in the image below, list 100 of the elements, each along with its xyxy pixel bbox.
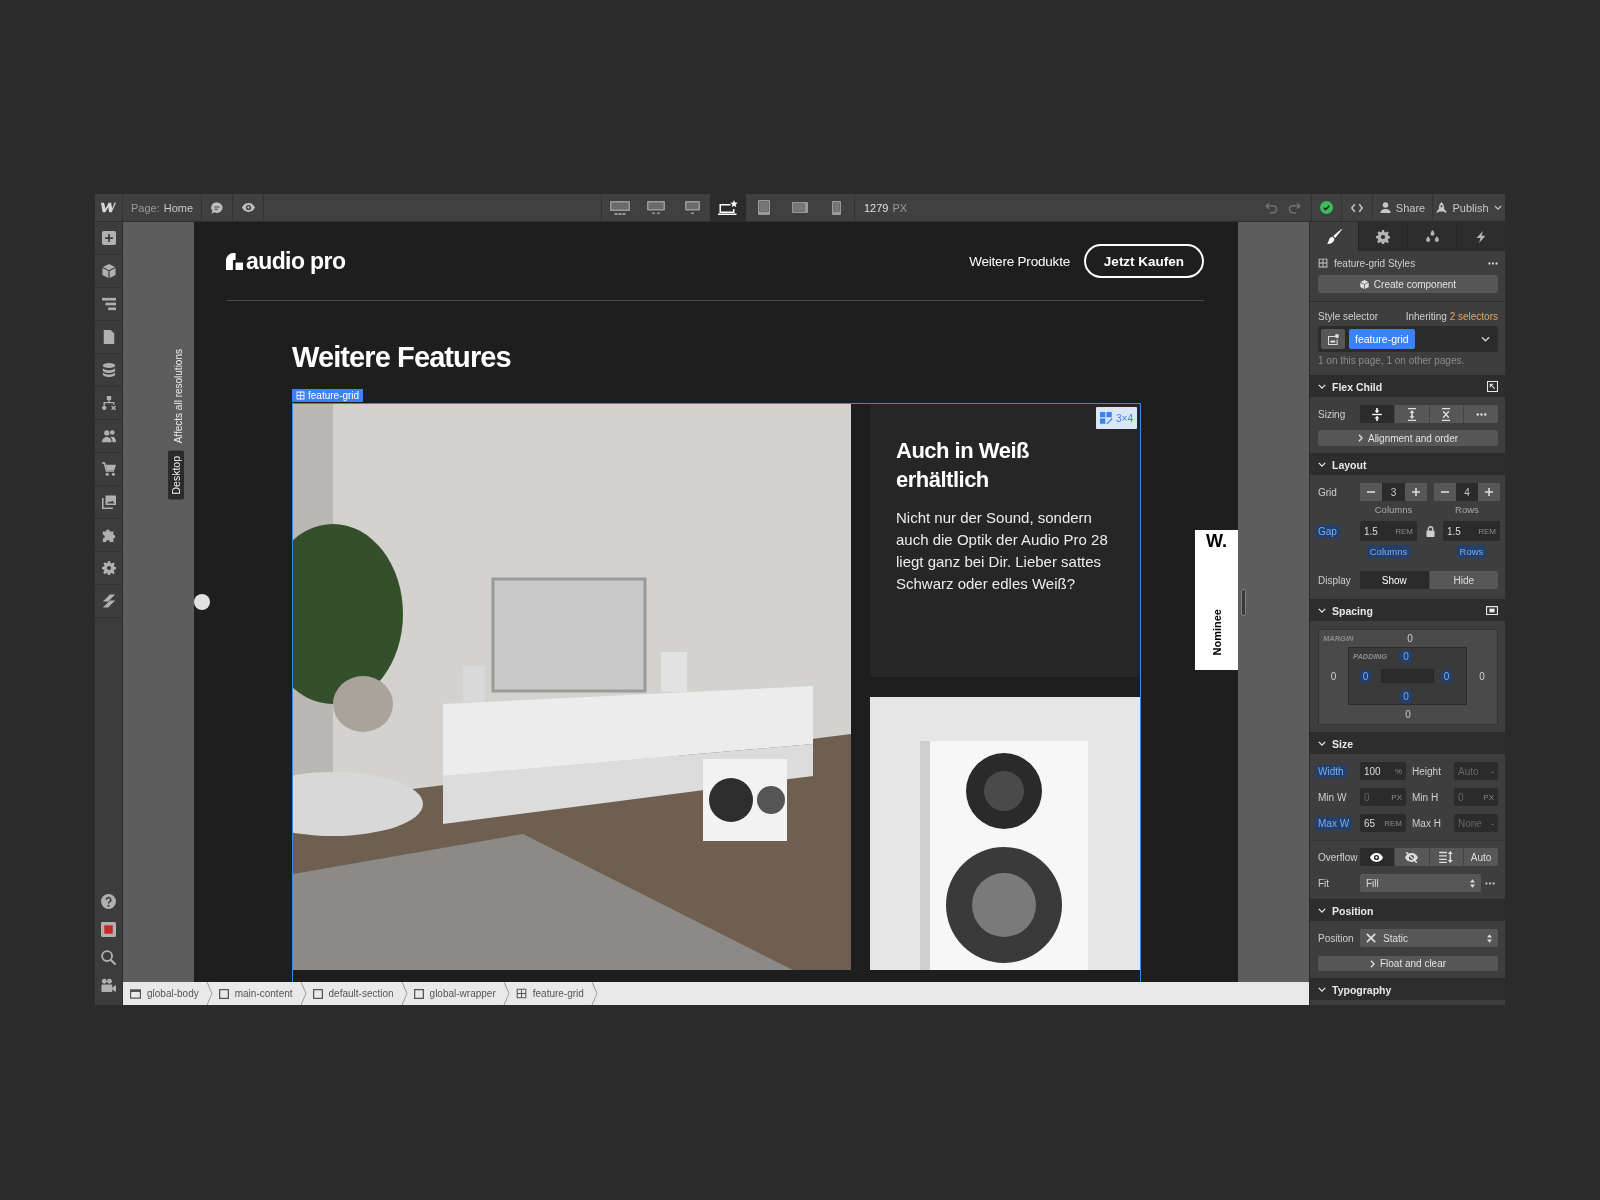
comment-icon[interactable]	[211, 201, 224, 214]
spacing-value[interactable]: 0	[1440, 669, 1453, 683]
canvas-width[interactable]: 1279	[864, 201, 889, 214]
grid-size-label: 3×4	[1116, 412, 1133, 424]
spacing-value[interactable]: 0	[1479, 670, 1485, 682]
award-badge[interactable]: W. Nominee	[1195, 530, 1238, 670]
selectors-link[interactable]: 2 selectors	[1449, 310, 1498, 322]
video-camera-icon[interactable]	[101, 977, 116, 993]
decrement-button[interactable]	[1360, 483, 1382, 501]
chevron-icon	[205, 982, 213, 1005]
buy-button[interactable]: Jetzt Kaufen	[1084, 244, 1204, 278]
x-icon	[1366, 933, 1376, 943]
bolt-icon	[1475, 229, 1487, 244]
chevron-icon	[1493, 205, 1502, 210]
style-selector-field[interactable]: feature-grid	[1318, 326, 1498, 352]
display-option[interactable]: Show	[1360, 571, 1429, 589]
nav-link[interactable]: Weitere Produkte	[969, 253, 1070, 269]
cube-icon[interactable]	[101, 264, 116, 278]
sizing-option[interactable]	[1360, 405, 1394, 423]
section-header[interactable]: Typography	[1310, 978, 1505, 1000]
breadcrumb-item[interactable]: feature-grid	[509, 982, 591, 1005]
panel-tab[interactable]	[1407, 222, 1456, 251]
selector-button[interactable]	[1321, 329, 1345, 349]
logo-icon[interactable]	[101, 202, 116, 213]
database-icon[interactable]	[101, 363, 116, 377]
more-icon[interactable]	[1488, 261, 1498, 265]
help-icon[interactable]	[101, 893, 116, 909]
fit-dropdown[interactable]: Fill	[1360, 874, 1481, 892]
field-label: Max W	[1315, 816, 1353, 830]
grow-icon	[1406, 407, 1417, 421]
spacing-value[interactable]: 0	[1405, 709, 1411, 720]
field-label: Overflow	[1318, 851, 1358, 863]
cart-icon[interactable]	[101, 462, 116, 476]
breadcrumb-item[interactable]: main-content	[212, 982, 300, 1005]
images-icon[interactable]	[101, 495, 116, 509]
section-header[interactable]: Flex Child	[1310, 375, 1505, 397]
sizing-option[interactable]	[1393, 405, 1429, 423]
decrement-button[interactable]	[1434, 483, 1456, 501]
add-icon[interactable]	[101, 231, 116, 245]
more-icon[interactable]	[1484, 881, 1495, 885]
breakpoint-button[interactable]	[710, 194, 746, 221]
breadcrumb-item[interactable]: global-wrapper	[407, 982, 503, 1005]
sizing-option[interactable]	[1428, 405, 1464, 423]
increment-button[interactable]	[1405, 483, 1427, 501]
field-label: Style selector	[1318, 310, 1379, 322]
selection-label: feature-grid	[308, 390, 360, 401]
check-icon[interactable]	[1320, 201, 1333, 214]
resize-handle[interactable]	[194, 594, 210, 610]
gear-icon[interactable]	[101, 561, 116, 575]
spacing-value[interactable]: 0	[1330, 670, 1337, 682]
section-header[interactable]: Size	[1310, 732, 1505, 754]
count-field[interactable]: 4	[1456, 483, 1478, 501]
shrink-icon	[1371, 407, 1382, 421]
count-field[interactable]: 3	[1382, 483, 1405, 501]
increment-button[interactable]	[1478, 483, 1500, 501]
selection-tag[interactable]: feature-grid	[292, 389, 364, 402]
create-component-button[interactable]: Create component	[1318, 275, 1498, 293]
field-label: Grid	[1318, 486, 1337, 498]
eye-icon	[1370, 850, 1384, 864]
overflow-option[interactable]	[1393, 848, 1429, 866]
display-option[interactable]: Hide	[1428, 571, 1498, 589]
lock-icon[interactable]	[1425, 525, 1435, 537]
spacing-value[interactable]: 0	[1407, 633, 1413, 644]
flow-icon[interactable]	[101, 396, 116, 410]
publish-button[interactable]: Publish	[1432, 194, 1505, 221]
eye-icon[interactable]	[241, 201, 255, 214]
panel-tab[interactable]	[1358, 222, 1407, 251]
spacing-icon[interactable]	[1486, 606, 1498, 615]
overflow-option[interactable]: Auto	[1463, 848, 1498, 866]
breadcrumb-item[interactable]: global-body	[124, 982, 206, 1005]
spacing-value[interactable]: 0	[1400, 649, 1412, 663]
chevron-icon[interactable]	[1481, 336, 1490, 342]
class-tag[interactable]: feature-grid	[1349, 329, 1415, 349]
overflow-option[interactable]	[1428, 848, 1464, 866]
search-icon[interactable]	[101, 949, 116, 965]
code-icon[interactable]	[1351, 202, 1363, 213]
expand-icon[interactable]	[1487, 381, 1498, 392]
drops-icon	[1424, 229, 1440, 244]
section-header[interactable]: Spacing	[1310, 599, 1505, 621]
position-dropdown[interactable]: Static	[1360, 929, 1498, 947]
bars-icon[interactable]	[101, 297, 116, 311]
spacing-value[interactable]: 0	[1359, 669, 1372, 683]
unit-label: PX	[1391, 792, 1402, 802]
alignment-button[interactable]: Alignment and order	[1318, 430, 1498, 446]
brand-logo[interactable]: audio pro	[246, 247, 346, 275]
users-icon[interactable]	[101, 429, 116, 443]
breadcrumb-item[interactable]: default-section	[306, 982, 401, 1005]
slanted-bars-icon[interactable]	[101, 594, 116, 608]
share-button[interactable]: Share	[1372, 194, 1432, 221]
stop-icon[interactable]	[101, 921, 116, 937]
overflow-option[interactable]	[1360, 848, 1394, 866]
section-header[interactable]: Position	[1310, 899, 1505, 921]
puzzle-icon[interactable]	[101, 528, 116, 542]
float-button[interactable]: Float and clear	[1318, 956, 1498, 971]
drag-handle[interactable]	[1241, 588, 1246, 616]
page-name[interactable]: Home	[163, 201, 194, 214]
spacing-value[interactable]: 0	[1400, 689, 1412, 703]
section-header[interactable]: Layout	[1310, 453, 1505, 475]
phone-icon	[831, 200, 841, 215]
document-icon[interactable]	[101, 330, 116, 344]
